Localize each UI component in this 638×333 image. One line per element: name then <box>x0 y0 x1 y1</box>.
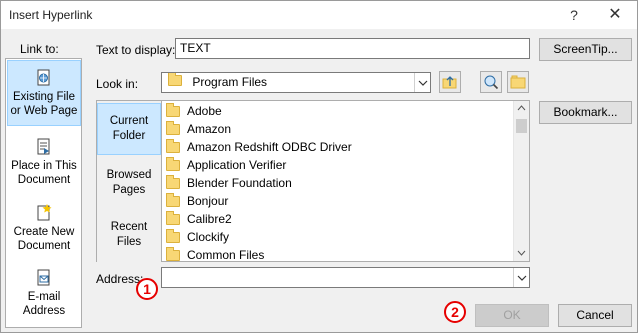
file-name: Calibre2 <box>187 212 232 226</box>
list-item[interactable]: Common Files <box>166 246 265 262</box>
link-to-place-in-document[interactable]: Place in This Document <box>7 134 81 194</box>
cancel-button[interactable]: Cancel <box>558 304 632 327</box>
folder-icon <box>166 120 180 135</box>
nav-current-line2: Folder <box>112 130 146 142</box>
link-to-email-line1: E-mail <box>27 291 61 303</box>
link-to-create-line2: Document <box>17 240 71 252</box>
link-to-existing-file[interactable]: Existing File or Web Page <box>7 60 81 126</box>
text-to-display-label: Text to display: <box>96 43 176 57</box>
place-in-document-icon <box>37 138 50 155</box>
annotation-marker-1: 1 <box>136 278 158 300</box>
up-one-folder-button[interactable] <box>439 71 461 93</box>
screentip-button[interactable]: ScreenTip... <box>539 38 632 61</box>
globe-search-icon <box>484 75 499 90</box>
file-name: Application Verifier <box>187 158 287 172</box>
link-to-existing-line2: or Web Page <box>10 105 78 117</box>
scroll-up-icon[interactable] <box>517 105 526 111</box>
nav-browsed-line1: Browsed <box>106 169 152 181</box>
link-to-place-line1: Place in This <box>11 160 77 172</box>
list-item[interactable]: Blender Foundation <box>166 174 292 192</box>
browse-nav: Current Folder Browsed Pages Recent File… <box>96 100 161 262</box>
up-folder-icon <box>442 76 457 89</box>
title-bar: Insert Hyperlink ? ✕ <box>1 1 637 29</box>
list-item[interactable]: Application Verifier <box>166 156 286 174</box>
folder-icon <box>166 210 180 225</box>
list-item[interactable]: Adobe <box>166 102 222 120</box>
chevron-down-icon[interactable] <box>414 73 430 92</box>
address-input[interactable] <box>161 267 530 288</box>
list-item[interactable]: Calibre2 <box>166 210 232 228</box>
browse-web-button[interactable] <box>480 71 502 93</box>
file-name: Common Files <box>187 248 265 262</box>
file-name: Blender Foundation <box>187 176 292 190</box>
file-name: Amazon Redshift ODBC Driver <box>187 140 352 154</box>
list-item[interactable]: Clockify <box>166 228 229 246</box>
link-to-create-line1: Create New <box>13 226 75 238</box>
file-name: Clockify <box>187 230 230 244</box>
nav-recent-line1: Recent <box>110 221 148 233</box>
folder-icon <box>168 73 182 86</box>
bookmark-button[interactable]: Bookmark... <box>539 101 632 124</box>
folder-icon <box>166 192 180 207</box>
create-new-document-icon <box>37 204 52 221</box>
look-in-label: Look in: <box>96 77 139 91</box>
nav-current-line1: Current <box>109 115 149 127</box>
open-folder-icon <box>510 75 526 89</box>
scroll-down-icon[interactable] <box>517 250 526 256</box>
close-icon[interactable]: ✕ <box>603 5 627 25</box>
list-item[interactable]: Bonjour <box>166 192 228 210</box>
link-to-label: Link to: <box>20 42 59 56</box>
annotation-marker-2: 2 <box>444 301 466 323</box>
nav-current-folder[interactable]: Current Folder <box>97 103 161 155</box>
link-to-email-address[interactable]: E-mail Address <box>7 265 81 325</box>
list-item[interactable]: Amazon Redshift ODBC Driver <box>166 138 352 156</box>
existing-file-icon <box>37 69 50 86</box>
list-item[interactable]: Amazon <box>166 120 231 138</box>
folder-icon <box>166 102 180 117</box>
folder-icon <box>166 138 180 153</box>
file-list-scrollbar[interactable] <box>513 101 529 261</box>
file-name: Amazon <box>187 122 232 136</box>
link-to-email-line2: Address <box>22 305 66 317</box>
look-in-value: Program Files <box>192 75 268 89</box>
link-to-place-line2: Document <box>17 174 71 186</box>
scrollbar-thumb[interactable] <box>516 119 527 133</box>
file-list[interactable]: Adobe Amazon Amazon Redshift ODBC Driver… <box>161 100 530 262</box>
chevron-down-icon[interactable] <box>513 268 529 287</box>
file-name: Adobe <box>187 104 222 118</box>
email-address-icon <box>37 269 50 286</box>
nav-browsed-pages[interactable]: Browsed Pages <box>97 159 161 209</box>
insert-hyperlink-dialog: Insert Hyperlink ? ✕ Link to: Existing F… <box>0 0 638 333</box>
text-to-display-input[interactable]: TEXT <box>175 38 530 59</box>
dialog-title: Insert Hyperlink <box>9 8 93 22</box>
nav-recent-line2: Files <box>116 236 142 248</box>
link-to-panel: Existing File or Web Page Place in This … <box>5 58 82 328</box>
nav-recent-files[interactable]: Recent Files <box>97 211 161 261</box>
folder-icon <box>166 228 180 243</box>
folder-icon <box>166 174 180 189</box>
folder-icon <box>166 156 180 171</box>
browse-file-button[interactable] <box>507 71 529 93</box>
nav-browsed-line2: Pages <box>112 184 146 196</box>
look-in-select[interactable]: Program Files <box>161 72 431 93</box>
ok-button[interactable]: OK <box>475 304 549 327</box>
folder-icon <box>166 246 180 261</box>
file-name: Bonjour <box>187 194 229 208</box>
link-to-existing-line1: Existing File <box>13 91 75 103</box>
link-to-create-new-document[interactable]: Create New Document <box>7 200 81 260</box>
help-icon[interactable]: ? <box>562 5 586 25</box>
